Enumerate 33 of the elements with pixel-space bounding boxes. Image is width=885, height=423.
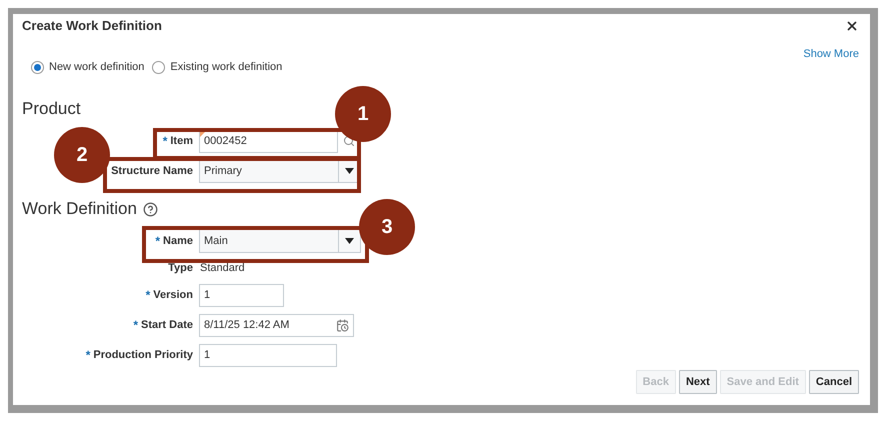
show-more-link[interactable]: Show More	[803, 46, 859, 63]
radio-button[interactable]	[31, 60, 44, 74]
field-label: Item	[170, 134, 193, 149]
dialog-button[interactable]: Cancel	[808, 370, 859, 394]
field-label: Structure Name	[111, 164, 193, 179]
dialog-title: Create Work Definition	[22, 16, 162, 35]
radio-option[interactable]: Existing work definition	[152, 58, 282, 76]
radio-option[interactable]: New work definition	[31, 58, 144, 76]
input-field[interactable]: 1	[199, 344, 337, 366]
callout-badge: 2	[54, 127, 110, 183]
required-asterisk: *	[133, 317, 138, 334]
field-value: Standard	[199, 260, 245, 276]
required-asterisk: *	[162, 133, 168, 150]
input-field[interactable]: 1	[199, 284, 284, 306]
field-label: Type	[168, 260, 193, 276]
calendar-icon[interactable]	[336, 318, 349, 332]
required-asterisk: *	[146, 287, 150, 304]
radio-button[interactable]	[152, 60, 166, 74]
callout-badge: 3	[359, 199, 415, 255]
required-asterisk: *	[155, 233, 160, 250]
help-icon[interactable]	[142, 202, 158, 216]
required-asterisk: *	[86, 347, 90, 364]
field-label: Name	[163, 234, 193, 249]
section-heading: Work Definition	[22, 198, 137, 220]
field-label: Version	[153, 288, 193, 303]
dialog-button[interactable]: Next	[678, 370, 717, 394]
select-field[interactable]: Main	[199, 229, 361, 253]
close-button[interactable]	[845, 18, 859, 33]
section-heading: Product	[22, 98, 81, 120]
date-field[interactable]: 8/11/25 12:42 AM	[199, 314, 354, 336]
field-label: Start Date	[141, 318, 193, 333]
callout-badge: 1	[335, 86, 391, 142]
field-label: Production Priority	[93, 348, 193, 363]
